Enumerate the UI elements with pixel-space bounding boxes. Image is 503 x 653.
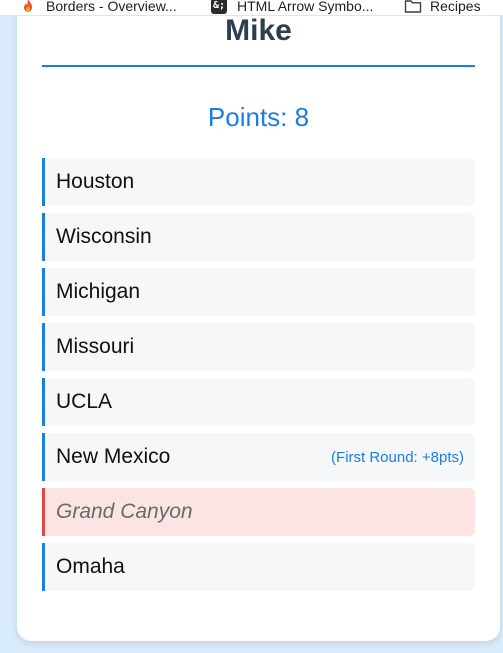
pick-name: Houston bbox=[56, 170, 135, 193]
bookmark-label: Recipes bbox=[430, 0, 481, 14]
bookmark-html-arrow-symbols[interactable]: &; HTML Arrow Symbo... bbox=[211, 0, 374, 15]
bookmark-recipes[interactable]: Recipes bbox=[404, 0, 481, 15]
points-total: Points: 8 bbox=[207, 102, 310, 132]
pick-name: Grand Canyon bbox=[56, 500, 193, 523]
pick-item: Missouri bbox=[42, 323, 475, 371]
player-name: Mike bbox=[225, 14, 292, 47]
pick-item: Omaha bbox=[42, 543, 475, 591]
flame-icon bbox=[20, 0, 36, 14]
pick-name: UCLA bbox=[56, 390, 113, 413]
pick-score-note: (First Round: +8pts) bbox=[331, 448, 464, 466]
pick-name: Michigan bbox=[56, 280, 141, 303]
pick-item: Houston bbox=[42, 158, 475, 206]
pick-item: Wisconsin bbox=[42, 213, 475, 261]
pick-name: Missouri bbox=[56, 335, 135, 358]
bookmarks-bar: Borders - Overview... &; HTML Arrow Symb… bbox=[0, 0, 503, 16]
pick-item: New Mexico (First Round: +8pts) bbox=[42, 433, 475, 481]
player-card: Mike Points: 8 Houston Wisconsin Michiga… bbox=[17, 0, 500, 641]
folder-icon bbox=[404, 0, 422, 14]
pick-name: Omaha bbox=[56, 555, 125, 578]
bookmark-label: HTML Arrow Symbo... bbox=[237, 0, 374, 14]
pick-item-eliminated: Grand Canyon bbox=[42, 488, 475, 536]
bookmark-label: Borders - Overview... bbox=[46, 0, 177, 14]
pick-item: UCLA bbox=[42, 378, 475, 426]
picks-list: Houston Wisconsin Michigan Missouri UCLA… bbox=[42, 158, 475, 598]
entity-icon: &; bbox=[211, 0, 227, 14]
pick-item: Michigan bbox=[42, 268, 475, 316]
bookmark-borders[interactable]: Borders - Overview... bbox=[20, 0, 177, 15]
pick-name: New Mexico bbox=[56, 445, 171, 468]
pick-name: Wisconsin bbox=[56, 225, 152, 248]
title-divider bbox=[42, 65, 475, 67]
